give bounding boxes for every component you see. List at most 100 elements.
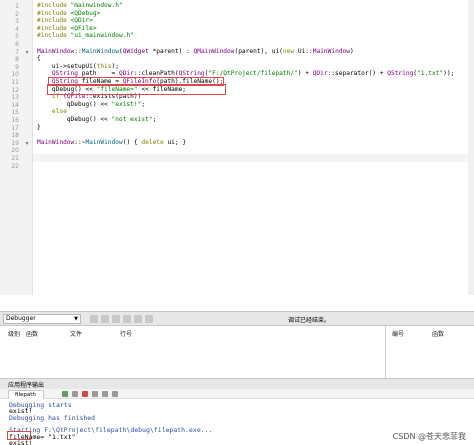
code-token: { — [37, 55, 41, 63]
line-number: 22 — [11, 162, 19, 170]
code-token: ) — [350, 47, 354, 55]
output-pane-title: 应用程序输出 — [0, 378, 474, 389]
highlight-box-filename — [47, 84, 226, 95]
code-token: "exist!" — [111, 100, 142, 108]
code-token: "1.txt" — [417, 70, 444, 78]
code-token: MainWindow — [85, 138, 123, 146]
code-token: ::separator() + — [327, 70, 388, 78]
code-token: new — [282, 47, 295, 55]
step-into-icon[interactable] — [123, 315, 131, 323]
code-token: "mainwindow.h" — [70, 2, 123, 9]
output-line: Debugging has finished — [9, 413, 96, 422]
debugger-panes: 级别 函数 文件 行号 编号 函数 — [0, 326, 474, 378]
step-over-icon[interactable] — [112, 315, 120, 323]
continue-icon[interactable] — [90, 315, 98, 323]
column-function[interactable]: 函数 — [26, 329, 38, 338]
code-token: "ui_mainwindow.h" — [70, 32, 134, 40]
code-token: *parent) : — [148, 47, 194, 55]
line-number: 16 — [11, 117, 19, 124]
code-token: MainWindow — [37, 138, 75, 146]
code-token: () { — [122, 138, 142, 146]
line-number: 8 — [15, 56, 19, 64]
code-line[interactable] — [33, 154, 474, 162]
line-number: 18 — [11, 132, 19, 140]
clear-icon[interactable] — [92, 391, 98, 397]
code-line[interactable]: #include "ui_mainwindow.h" — [37, 32, 134, 40]
column-line[interactable]: 行号 — [120, 329, 132, 338]
code-token: <QFile> — [70, 24, 97, 32]
line-number: 2 — [15, 10, 19, 18]
code-token: ::~ — [74, 138, 86, 146]
debug-icon[interactable] — [72, 391, 78, 397]
code-token: #include — [37, 17, 71, 25]
editor-bottom-area — [0, 295, 474, 311]
line-number: 14 — [11, 101, 19, 109]
line-number: 19 — [11, 139, 19, 147]
code-line[interactable]: qDebug() << "not exist"; — [37, 116, 156, 124]
column-file[interactable]: 文件 — [70, 329, 82, 338]
line-number: 9 — [15, 63, 19, 71]
line-number: 3 — [15, 18, 19, 26]
editor-scrollbar[interactable] — [468, 0, 474, 295]
zoom-in-icon[interactable] — [102, 391, 108, 397]
line-number: 21 — [11, 155, 19, 162]
line-number: 13 — [11, 94, 19, 102]
code-token: QString — [387, 70, 414, 78]
restart-icon[interactable] — [145, 315, 153, 323]
code-token: else — [51, 108, 67, 116]
pane-divider[interactable] — [385, 326, 386, 378]
code-token: #include — [37, 2, 71, 9]
line-number: 4 — [15, 25, 19, 33]
code-token: #include — [37, 24, 71, 32]
debugger-status: 调试已经结束。 — [288, 317, 331, 324]
code-token: ); — [111, 62, 119, 70]
highlight-box-output — [7, 431, 31, 440]
code-token: ) + — [297, 70, 313, 78]
debugger-select[interactable]: Debugger ▼ — [3, 314, 81, 324]
fold-arrow-icon[interactable]: ▾ — [24, 140, 30, 147]
chevron-down-icon: ▼ — [74, 316, 78, 322]
fold-arrow-icon[interactable]: ▾ — [24, 49, 30, 56]
code-token: ; — [141, 100, 146, 108]
code-token: qDebug() << — [37, 100, 112, 108]
code-editor[interactable]: 1 2 3 4 5 6 7 8 9 10 11 12 13 14 15 16 17 18 19 20 21 22 ▾ ▾ #i… — [0, 0, 474, 295]
output-toolbar: filepath — [0, 389, 474, 399]
code-token: "not exist" — [111, 116, 153, 123]
column-level[interactable]: 级别 — [8, 329, 20, 338]
tab-filepath-label: filepath — [15, 392, 36, 398]
code-line[interactable]: MainWindow::MainWindow(QWidget *parent) … — [37, 48, 354, 56]
line-number: 17 — [11, 124, 19, 132]
line-number-gutter: 1 2 3 4 5 6 7 8 9 10 11 12 13 14 15 16 17 18 19 20 21 22 ▾ ▾ — [0, 0, 33, 295]
line-number: 10 — [11, 71, 19, 79]
code-line[interactable]: MainWindow::~MainWindow() { delete ui; } — [37, 139, 186, 147]
code-token: Ui:: — [294, 47, 313, 55]
tab-filepath[interactable]: filepath — [8, 390, 44, 399]
line-number: 20 — [11, 147, 19, 155]
stop-icon[interactable] — [101, 315, 109, 323]
line-number: 6 — [15, 41, 19, 48]
code-token: <QDir> — [70, 17, 93, 25]
debugger-toolbar: Debugger ▼ 调试已经结束。 — [0, 311, 474, 326]
code-token: #include — [37, 32, 71, 40]
code-token: } — [37, 123, 41, 131]
line-number: 1 — [15, 3, 19, 10]
code-token: qDebug() << — [37, 116, 112, 123]
run-icon[interactable] — [62, 391, 68, 397]
stop-icon[interactable] — [82, 391, 88, 397]
step-out-icon[interactable] — [134, 315, 142, 323]
code-token: ui->setupUi( — [37, 62, 97, 70]
code-token: MainWindow — [37, 47, 75, 55]
code-token: ; — [152, 116, 157, 123]
line-number: 15 — [11, 109, 19, 117]
code-token: QMainWindow — [193, 47, 235, 55]
debugger-select-label: Debugger — [6, 315, 36, 322]
code-token: MainWindow — [81, 47, 119, 55]
column-number[interactable]: 编号 — [392, 329, 404, 338]
line-number: 11 — [11, 79, 19, 86]
code-token: <QDebug> — [70, 9, 101, 17]
code-line[interactable]: } — [37, 124, 41, 132]
zoom-out-icon[interactable] — [112, 391, 118, 397]
code-token: QWidget — [122, 47, 149, 55]
code-token: (parent), ui( — [234, 47, 283, 55]
column-function-right[interactable]: 函数 — [432, 329, 444, 338]
